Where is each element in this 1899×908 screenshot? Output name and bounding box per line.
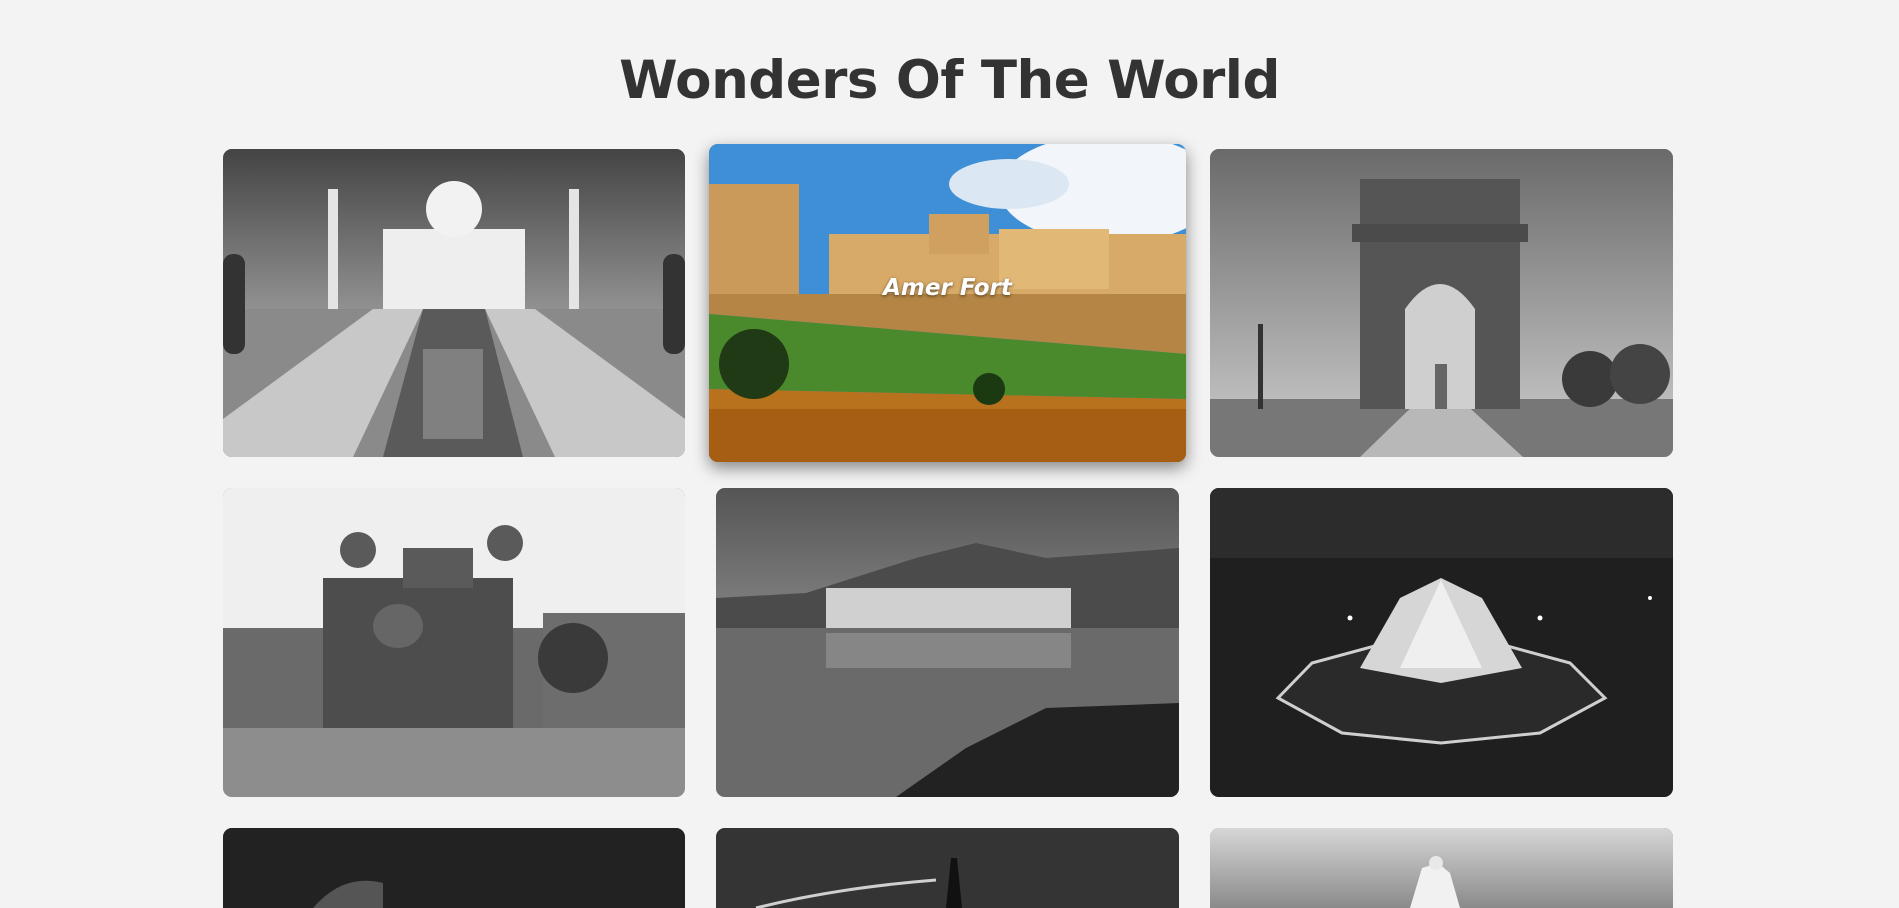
- jal-mahal-image: [716, 488, 1179, 797]
- gallery-card-colosseum[interactable]: [223, 828, 685, 908]
- india-gate-image: [1210, 149, 1673, 457]
- gallery-card-jal-mahal[interactable]: [716, 488, 1179, 797]
- colosseum-image: [223, 828, 685, 908]
- taj-mahal-image: [223, 149, 685, 457]
- christ-the-redeemer-image: [1210, 828, 1673, 908]
- gallery-card-christ-the-redeemer[interactable]: [1210, 828, 1673, 908]
- gallery-card-eiffel-tower[interactable]: [716, 828, 1179, 908]
- lotus-temple-image: [1210, 488, 1673, 797]
- red-fort-image: [223, 488, 685, 797]
- gallery-card-taj-mahal[interactable]: [223, 149, 685, 457]
- gallery-card-india-gate[interactable]: [1210, 149, 1673, 457]
- amer-fort-image: [709, 144, 1186, 462]
- gallery-card-amer-fort[interactable]: Amer Fort: [709, 144, 1186, 462]
- page-title: Wonders Of The World: [619, 50, 1280, 111]
- gallery-card-red-fort[interactable]: [223, 488, 685, 797]
- gallery-card-lotus-temple[interactable]: [1210, 488, 1673, 797]
- eiffel-tower-image: [716, 828, 1179, 908]
